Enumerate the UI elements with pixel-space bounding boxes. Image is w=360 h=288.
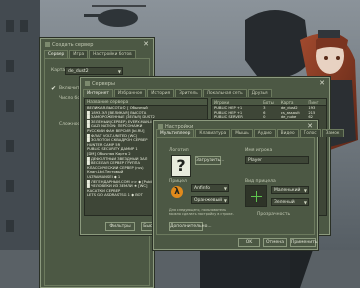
apply-button[interactable]: Применить: [290, 238, 317, 247]
player-name-label: Имя игрока: [245, 148, 273, 153]
logo-preview: ?: [171, 155, 191, 177]
column-players[interactable]: Игроки: [212, 99, 261, 105]
chevron-down-icon: ▼: [303, 188, 307, 193]
crosshair-view-color-value: Зеленый: [274, 200, 295, 205]
options-window: Настройки ✕ Мультиплеер Клавиатура Мышь …: [153, 120, 344, 250]
map-select[interactable]: de_dust2 ▼: [65, 67, 123, 75]
window-title: Создать сервер: [45, 41, 93, 49]
steam-icon: [45, 42, 50, 47]
tab-internet[interactable]: Интернет: [83, 89, 113, 97]
logo-label: Логотип: [169, 148, 189, 153]
tab-bot-settings[interactable]: Настройки ботов: [89, 50, 136, 58]
map-label: Карта: [51, 68, 66, 73]
chevron-down-icon: ▼: [303, 200, 307, 205]
browse-logo-button[interactable]: Загрузить...: [195, 156, 224, 165]
tab-history[interactable]: История: [147, 89, 175, 97]
crosshair-color-select[interactable]: Оранжевый ▼: [191, 196, 229, 204]
crosshair-preview: [245, 185, 267, 207]
tab-favorites[interactable]: Избранное: [113, 89, 147, 97]
column-ping[interactable]: Пинг: [306, 99, 326, 105]
server-name-header[interactable]: Название сервера: [85, 99, 207, 106]
enable-bots-label: Включить: [59, 86, 83, 91]
lambda-logo-icon: λ: [171, 186, 183, 198]
tab-video[interactable]: Видео: [276, 129, 299, 137]
checkmark-icon[interactable]: ✔: [51, 85, 56, 92]
options-panel: Логотип ? Загрузить... Имя игрока Player…: [156, 137, 315, 235]
crosshair-color-value: Оранжевый: [194, 198, 223, 203]
close-icon[interactable]: ✕: [318, 79, 326, 87]
tab-server[interactable]: Сервер: [44, 50, 69, 58]
tab-multiplayer[interactable]: Мультиплеер: [156, 129, 195, 137]
create-server-tabs: Сервер Игра Настройки ботов: [44, 50, 137, 58]
column-map[interactable]: Карта: [279, 99, 307, 105]
close-icon[interactable]: ✕: [142, 40, 150, 48]
player-name-input[interactable]: Player: [245, 156, 309, 164]
chevron-down-icon: ▼: [223, 186, 227, 191]
tab-game[interactable]: Игра: [69, 50, 89, 58]
advanced-button[interactable]: Дополнительно...: [169, 222, 212, 231]
chevron-down-icon: ▼: [223, 198, 227, 203]
crosshair-view-color-select[interactable]: Зеленый ▼: [271, 198, 309, 206]
filters-button[interactable]: Фильтры: [105, 222, 135, 231]
cancel-button[interactable]: Отмена: [263, 238, 287, 247]
tab-audio[interactable]: Аудио: [253, 129, 276, 137]
tab-friends[interactable]: Друзья: [247, 89, 272, 97]
tab-lock[interactable]: Замок: [321, 129, 344, 137]
options-tabs: Мультиплеер Клавиатура Мышь Аудио Видео …: [156, 129, 345, 137]
ok-button[interactable]: OK: [238, 238, 260, 247]
crosshair-hint: Для следующего, пользователь можно сдела…: [169, 208, 234, 216]
crosshair-value: Anfinfo: [194, 186, 210, 191]
question-mark-icon: ?: [176, 156, 186, 175]
tab-voice[interactable]: Голос: [299, 129, 321, 137]
steam-icon: [85, 81, 90, 86]
transparency-label: Прозрачность: [257, 212, 291, 217]
window-title: Серверы: [85, 80, 115, 88]
tab-keyboard[interactable]: Клавиатура: [195, 129, 231, 137]
player-name-value: Player: [248, 158, 263, 163]
tab-lan[interactable]: Локальная сеть: [202, 89, 247, 97]
crosshair-size-value: Маленький: [274, 188, 301, 193]
player-list-header: Игроки Боты Карта Пинг: [212, 99, 326, 106]
crosshair-view-label: Вид прицела: [245, 179, 276, 184]
map-value: de_dust2: [68, 69, 89, 74]
server-browser-tabs: Интернет Избранное История Зритель Локал…: [83, 89, 273, 97]
crosshair-select[interactable]: Anfinfo ▼: [191, 184, 229, 192]
column-bots[interactable]: Боты: [261, 99, 279, 105]
chevron-down-icon: ▼: [117, 69, 121, 74]
crosshair-size-select[interactable]: Маленький ▼: [271, 186, 309, 194]
crosshair-label: Прицел: [169, 179, 187, 184]
tab-spectate[interactable]: Зритель: [175, 89, 202, 97]
tab-mouse[interactable]: Мышь: [231, 129, 253, 137]
